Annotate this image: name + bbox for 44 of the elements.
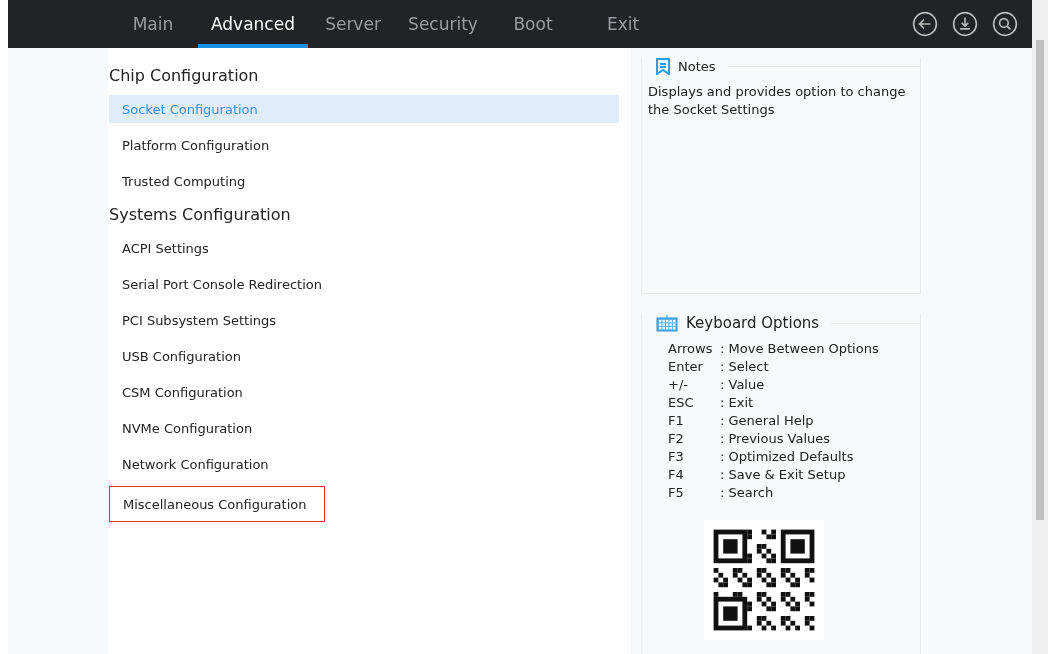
- key-action: : Exit: [720, 394, 754, 412]
- download-icon[interactable]: [952, 11, 978, 37]
- key-action: : Search: [720, 484, 774, 502]
- keyboard-icon: [656, 314, 678, 332]
- key-action: : Move Between Options: [720, 340, 879, 358]
- menu-item[interactable]: PCI Subsystem Settings: [109, 306, 619, 334]
- key-action: : General Help: [720, 412, 814, 430]
- menu-tab[interactable]: Advanced: [198, 0, 308, 48]
- menu-item[interactable]: NVMe Configuration: [109, 414, 619, 442]
- key-action: : Value: [720, 376, 765, 394]
- section-heading: Chip Configuration: [109, 65, 260, 87]
- key-name: +/-: [668, 376, 689, 394]
- key-action: : Previous Values: [720, 430, 831, 448]
- key-action: : Save & Exit Setup: [720, 466, 846, 484]
- scrollbar[interactable]: [1032, 0, 1048, 654]
- key-action: : Select: [720, 358, 769, 376]
- menu-item[interactable]: Network Configuration: [109, 450, 619, 478]
- menu-item[interactable]: Trusted Computing: [109, 167, 619, 195]
- menu-tab[interactable]: Main: [108, 0, 198, 48]
- menu-item[interactable]: Serial Port Console Redirection: [109, 270, 619, 298]
- key-name: F2: [668, 430, 685, 448]
- panel-title: Notes: [678, 59, 716, 74]
- key-name: ESC: [668, 394, 695, 412]
- menu-tab[interactable]: Server: [308, 0, 398, 48]
- menu-tab[interactable]: Boot: [488, 0, 578, 48]
- key-name: F1: [668, 412, 685, 430]
- panel-title: Keyboard Options: [686, 314, 820, 332]
- key-name: Arrows: [668, 340, 714, 358]
- key-name: F4: [668, 466, 685, 484]
- key-name: F5: [668, 484, 685, 502]
- menu-item[interactable]: CSM Configuration: [109, 378, 619, 406]
- menu-item[interactable]: ACPI Settings: [109, 234, 619, 262]
- menu-tab[interactable]: Security: [398, 0, 488, 48]
- search-icon[interactable]: [992, 11, 1018, 37]
- key-name: Enter: [668, 358, 704, 376]
- notes-text: Displays and provides option to change the Socket Settings: [648, 83, 907, 119]
- menu-item[interactable]: Platform Configuration: [109, 131, 619, 159]
- section-heading: Systems Configuration: [109, 204, 292, 226]
- menu-item[interactable]: USB Configuration: [109, 342, 619, 370]
- key-name: F3: [668, 448, 685, 466]
- bookmark-icon: [656, 58, 670, 75]
- key-action: : Optimized Defaults: [720, 448, 854, 466]
- menu-item[interactable]: Miscellaneous Configuration: [109, 486, 325, 522]
- menu-tab[interactable]: Exit: [578, 0, 668, 48]
